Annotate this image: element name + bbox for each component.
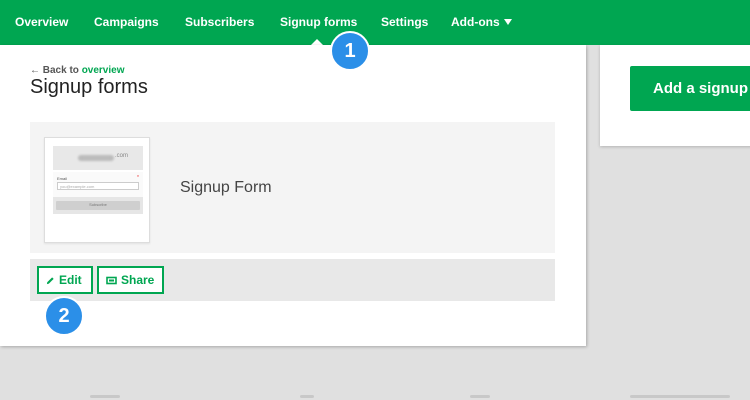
top-navigation-bar: Overview Campaigns Subscribers Signup fo… xyxy=(0,0,750,46)
share-icon xyxy=(106,276,117,284)
thumbnail-required-mark: * xyxy=(137,175,139,181)
caret-down-icon xyxy=(503,19,512,25)
breadcrumb-prefix: ← Back to xyxy=(30,65,79,76)
thumbnail-input-placeholder: you@example.com xyxy=(60,184,95,189)
pencil-icon xyxy=(46,276,54,284)
nav-item-subscribers[interactable]: Subscribers xyxy=(185,15,254,29)
page-title: Signup forms xyxy=(30,76,148,98)
nav-item-settings[interactable]: Settings xyxy=(381,15,428,29)
thumbnail-subscribe-label: Subscribe xyxy=(89,202,107,207)
breadcrumb: ← Back to overview xyxy=(30,65,125,76)
thumbnail-header: .com xyxy=(53,146,143,170)
back-to-overview-link[interactable]: overview xyxy=(82,65,125,76)
thumbnail-email-input: you@example.com xyxy=(57,182,139,190)
edit-button[interactable]: Edit xyxy=(37,266,93,294)
signup-form-card: .com Email * you@example.com Subscribe S… xyxy=(30,122,555,253)
share-button[interactable]: Share xyxy=(97,266,164,294)
thumbnail-subscribe-button: Subscribe xyxy=(56,201,140,210)
faint-footer-mark xyxy=(90,395,120,398)
share-button-label: Share xyxy=(121,273,155,287)
form-action-bar: Edit Share xyxy=(30,259,555,301)
faint-footer-mark xyxy=(300,395,314,398)
faint-footer-mark xyxy=(470,395,490,398)
step-badge-1: 1 xyxy=(330,31,370,71)
nav-item-signup-forms[interactable]: Signup forms xyxy=(280,15,357,29)
add-signup-form-button[interactable]: Add a signup form xyxy=(630,66,750,111)
nav-item-add-ons[interactable]: Add-ons xyxy=(451,15,512,29)
nav-item-add-ons-label: Add-ons xyxy=(451,15,500,29)
blurred-domain xyxy=(78,155,114,161)
step-badge-2: 2 xyxy=(44,296,84,336)
nav-item-campaigns[interactable]: Campaigns xyxy=(94,15,159,29)
faint-footer-mark xyxy=(630,395,730,398)
thumbnail-domain: .com xyxy=(115,153,129,159)
form-thumbnail[interactable]: .com Email * you@example.com Subscribe xyxy=(44,137,150,243)
thumbnail-field-label: Email xyxy=(57,176,68,181)
edit-button-label: Edit xyxy=(59,273,82,287)
nav-item-overview[interactable]: Overview xyxy=(15,15,68,29)
form-name[interactable]: Signup Form xyxy=(180,179,272,197)
thumbnail-footer: Subscribe xyxy=(53,197,143,214)
